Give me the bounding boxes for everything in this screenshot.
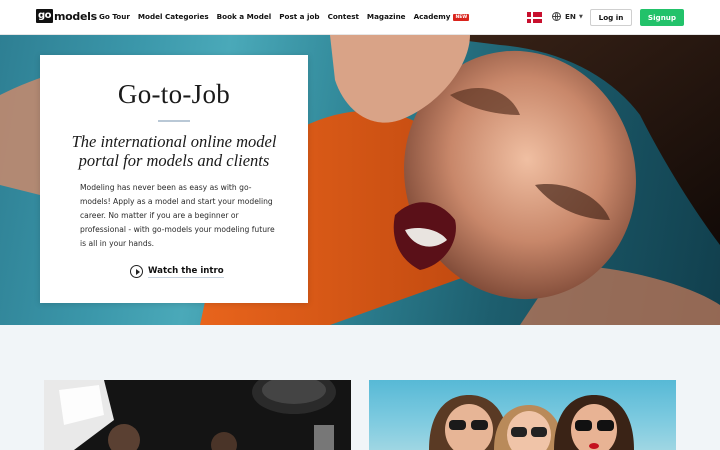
language-selector[interactable]: EN ▼ <box>552 12 583 21</box>
hero-title: Go-to-Job <box>117 79 231 109</box>
menu-item-go-tour[interactable]: Go Tour <box>99 12 130 21</box>
globe-icon <box>552 12 561 21</box>
menu-item-post-a-job[interactable]: Post a job <box>279 12 319 21</box>
hero-subtitle: The international online model portal fo… <box>71 132 277 170</box>
menu-item-magazine[interactable]: Magazine <box>367 12 406 21</box>
menu-item-model-categories[interactable]: Model Categories <box>138 12 209 21</box>
signup-button[interactable]: Signup <box>640 9 684 26</box>
photo-studio-image <box>44 380 336 450</box>
models-sunglasses-card[interactable] <box>369 380 676 450</box>
models-sunglasses-image <box>429 395 634 450</box>
menu-item-contest[interactable]: Contest <box>328 12 359 21</box>
new-badge: NEW <box>453 13 470 21</box>
menu-item-academy[interactable]: Academy NEW <box>414 12 470 21</box>
menu-item-academy-label: Academy <box>413 12 451 21</box>
chevron-down-icon: ▼ <box>578 13 583 20</box>
login-button[interactable]: Log in <box>590 9 632 26</box>
photo-studio-card[interactable] <box>44 380 351 450</box>
logo-text: models <box>54 9 97 23</box>
denmark-flag-icon[interactable] <box>527 12 542 23</box>
hero-description: Modeling has never been as easy as with … <box>80 183 275 248</box>
title-divider <box>158 120 190 122</box>
watch-intro-label: Watch the intro <box>148 265 224 278</box>
hero-intro-card: Go-to-Job The international online model… <box>40 55 308 303</box>
play-icon <box>130 265 143 278</box>
hero-section: Go-to-Job The international online model… <box>0 35 720 325</box>
menu-item-book-a-model[interactable]: Book a Model <box>217 12 272 21</box>
language-label: EN <box>565 12 576 21</box>
watch-intro-button[interactable]: Watch the intro <box>130 265 224 278</box>
go-models-logo[interactable]: go models <box>36 9 97 23</box>
logo-mark: go <box>36 9 53 23</box>
top-navigation: go models Go Tour Model Categories Book … <box>0 0 720 35</box>
main-menu: Go Tour Model Categories Book a Model Po… <box>99 12 477 21</box>
